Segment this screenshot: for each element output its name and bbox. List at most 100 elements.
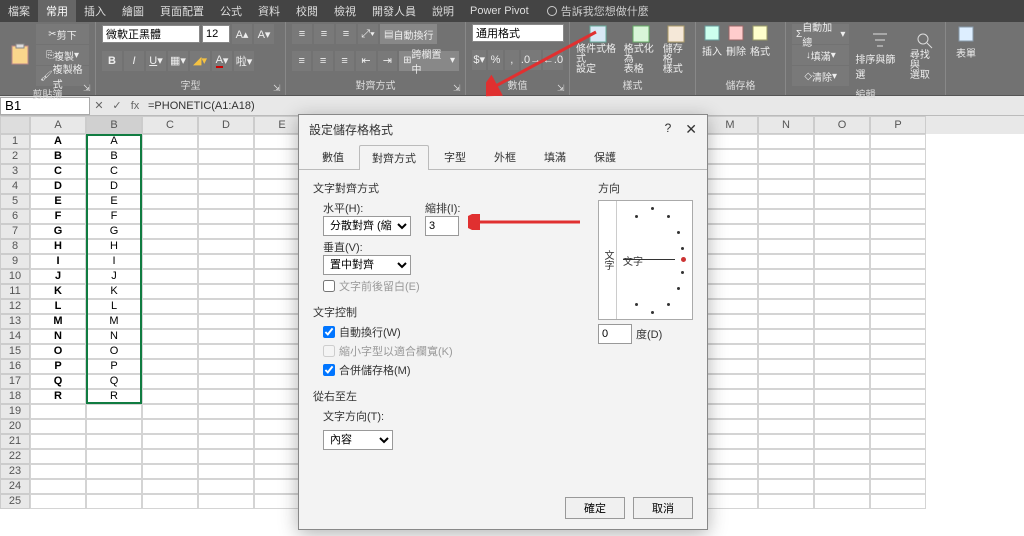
cell[interactable]	[86, 494, 142, 509]
cell[interactable]	[870, 164, 926, 179]
row-header[interactable]: 12	[0, 299, 30, 314]
cell[interactable]	[814, 389, 870, 404]
cell[interactable]	[702, 359, 758, 374]
col-B[interactable]: B	[86, 116, 142, 134]
row-header[interactable]: 2	[0, 149, 30, 164]
clear-button[interactable]: ◇ 清除 ▾	[792, 66, 849, 86]
tab-alignment[interactable]: 對齊方式	[359, 145, 429, 170]
menu-formulas[interactable]: 公式	[212, 0, 250, 22]
cell[interactable]	[198, 404, 254, 419]
align-center[interactable]: ≡	[313, 51, 332, 71]
cell[interactable]	[814, 359, 870, 374]
cell[interactable]	[758, 134, 814, 149]
cell[interactable]: R	[86, 389, 142, 404]
cell[interactable]: D	[30, 179, 86, 194]
cell[interactable]	[702, 449, 758, 464]
row-header[interactable]: 11	[0, 284, 30, 299]
cell[interactable]	[30, 464, 86, 479]
fill-color[interactable]: ◢▾	[190, 51, 210, 71]
tab-font[interactable]: 字型	[431, 144, 479, 169]
menu-insert[interactable]: 插入	[76, 0, 114, 22]
cell[interactable]	[814, 194, 870, 209]
cell[interactable]	[814, 434, 870, 449]
font-color[interactable]: A▾	[212, 51, 232, 71]
cell[interactable]	[814, 404, 870, 419]
cell[interactable]	[758, 434, 814, 449]
format-table[interactable]: 格式化為 表格	[624, 24, 659, 75]
align-middle[interactable]: ≡	[314, 24, 334, 44]
cell[interactable]	[758, 344, 814, 359]
cell[interactable]	[870, 269, 926, 284]
row-header[interactable]: 4	[0, 179, 30, 194]
clipboard-launcher[interactable]: ⇲	[83, 83, 93, 93]
cell[interactable]	[198, 359, 254, 374]
cell[interactable]	[758, 299, 814, 314]
cell[interactable]	[142, 344, 198, 359]
row-header[interactable]: 25	[0, 494, 30, 509]
align-left[interactable]: ≡	[292, 51, 311, 71]
cell[interactable]: K	[86, 284, 142, 299]
cell[interactable]	[198, 344, 254, 359]
cell[interactable]	[870, 404, 926, 419]
cell[interactable]	[198, 464, 254, 479]
row-header[interactable]: 16	[0, 359, 30, 374]
format-painter[interactable]: 🖌 複製格式	[36, 66, 89, 86]
cell[interactable]	[814, 284, 870, 299]
conditional-format[interactable]: 條件式格式 設定	[576, 24, 620, 75]
cell[interactable]	[702, 239, 758, 254]
tab-number[interactable]: 數值	[309, 144, 357, 169]
row-header[interactable]: 6	[0, 209, 30, 224]
cell[interactable]	[142, 209, 198, 224]
cell-styles[interactable]: 儲存格 樣式	[663, 24, 689, 75]
cell[interactable]	[870, 299, 926, 314]
cell[interactable]: L	[86, 299, 142, 314]
h-align-select[interactable]: 分散對齊 (縮排)	[323, 216, 411, 236]
menu-view[interactable]: 檢視	[326, 0, 364, 22]
col-C[interactable]: C	[142, 116, 198, 134]
v-align-select[interactable]: 置中對齊	[323, 255, 411, 275]
row-header[interactable]: 22	[0, 449, 30, 464]
dec-decimal[interactable]: ←.0	[543, 50, 563, 70]
cell[interactable]: A	[86, 134, 142, 149]
cell[interactable]	[198, 269, 254, 284]
row-header[interactable]: 14	[0, 329, 30, 344]
cell[interactable]	[870, 359, 926, 374]
cell[interactable]	[142, 239, 198, 254]
cell[interactable]: P	[86, 359, 142, 374]
wrap-text[interactable]: ▤ 自動換行	[380, 24, 437, 44]
cell[interactable]	[198, 479, 254, 494]
comma-button[interactable]: ,	[505, 50, 519, 70]
cell[interactable]	[198, 194, 254, 209]
cell[interactable]	[30, 404, 86, 419]
cell[interactable]: B	[30, 149, 86, 164]
cell[interactable]	[814, 374, 870, 389]
cell[interactable]	[870, 479, 926, 494]
cell[interactable]	[702, 299, 758, 314]
orient-vertical-text[interactable]: 文字	[599, 201, 617, 319]
row-header[interactable]: 13	[0, 314, 30, 329]
cell[interactable]	[814, 164, 870, 179]
font-size[interactable]	[202, 25, 230, 43]
cell[interactable]	[814, 479, 870, 494]
cell[interactable]	[702, 464, 758, 479]
cell[interactable]	[702, 329, 758, 344]
cell[interactable]	[198, 389, 254, 404]
fx-button[interactable]: fx	[126, 100, 144, 112]
menu-home[interactable]: 常用	[38, 0, 76, 22]
cell[interactable]	[758, 404, 814, 419]
cell[interactable]	[814, 134, 870, 149]
cell[interactable]	[142, 464, 198, 479]
col-O[interactable]: O	[814, 116, 870, 134]
menu-layout[interactable]: 頁面配置	[152, 0, 212, 22]
menu-review[interactable]: 校閱	[288, 0, 326, 22]
cell[interactable]	[758, 449, 814, 464]
cell[interactable]	[142, 314, 198, 329]
cell[interactable]	[198, 284, 254, 299]
cell[interactable]	[702, 284, 758, 299]
cell[interactable]	[702, 134, 758, 149]
cell[interactable]	[142, 299, 198, 314]
menu-developer[interactable]: 開發人員	[364, 0, 424, 22]
cell[interactable]	[758, 329, 814, 344]
cell[interactable]: H	[86, 239, 142, 254]
number-launcher[interactable]: ⇲	[557, 83, 567, 93]
